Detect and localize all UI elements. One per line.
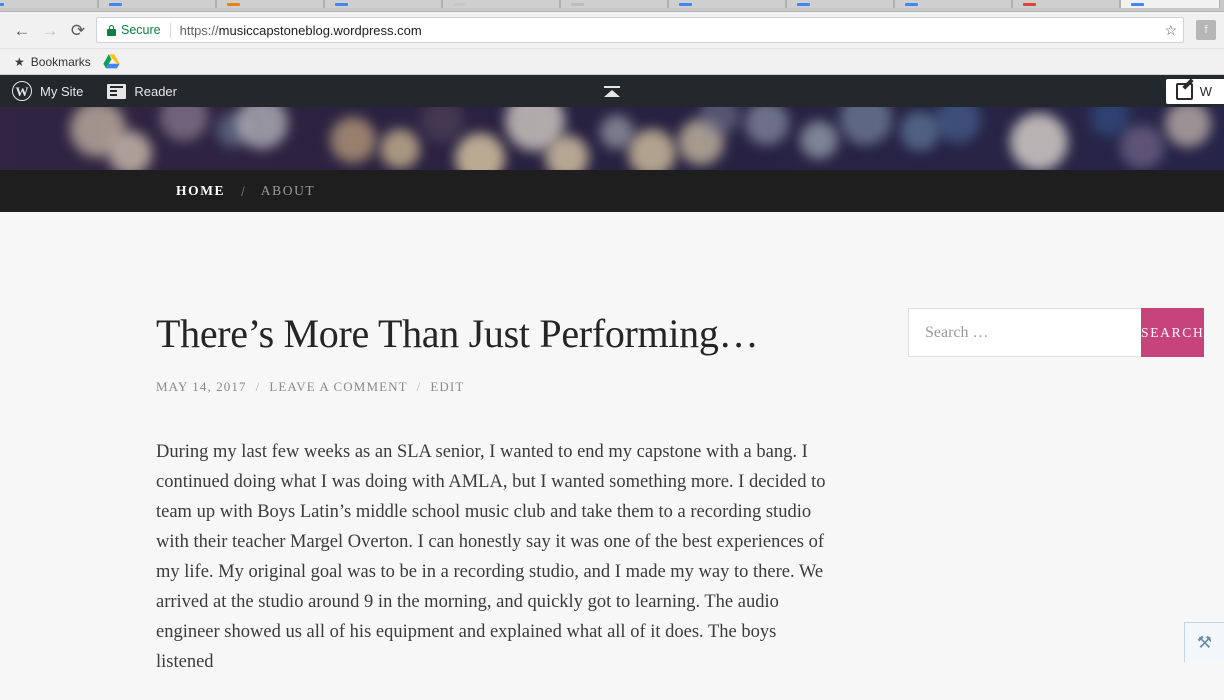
url-host: musiccapstoneblog.wordpress.com (219, 23, 422, 38)
wordpress-logo-icon: W (12, 81, 32, 101)
bookmark-google-drive[interactable] (97, 54, 126, 69)
sidebar: Search (908, 212, 1192, 677)
bookmark-star-icon[interactable]: ☆ (1156, 22, 1177, 39)
post-meta: May 14, 2017 / Leave a comment / Edit (156, 379, 830, 395)
nav-item-home[interactable]: Home (176, 183, 225, 199)
url-text: https://musiccapstoneblog.wordpress.com (180, 23, 422, 38)
search-form: Search (908, 308, 1192, 357)
browser-tab[interactable] (216, 0, 324, 8)
google-drive-icon (103, 54, 120, 69)
omnibox-divider (170, 23, 171, 38)
bookmarks-bar: ★ Bookmarks (0, 49, 1224, 75)
nav-separator: / (225, 184, 261, 199)
admin-bar-reader[interactable]: Reader (95, 75, 189, 107)
tab-favicon (797, 3, 810, 6)
tab-favicon (335, 3, 348, 6)
my-site-label: My Site (40, 84, 83, 99)
tab-favicon (1023, 3, 1036, 6)
tab-favicon (453, 3, 466, 6)
post-body-text: During my last few weeks as an SLA senio… (156, 437, 830, 677)
star-icon: ★ (14, 55, 25, 69)
browser-tab-active[interactable] (1120, 0, 1220, 8)
post-comments-link[interactable]: Leave a comment (269, 379, 407, 395)
tab-favicon (571, 3, 584, 6)
bookmarks-label: Bookmarks (31, 55, 91, 69)
tab-favicon (1131, 3, 1144, 6)
meta-separator: / (417, 379, 422, 395)
browser-tab-strip[interactable] (0, 0, 1224, 12)
browser-tab[interactable] (1012, 0, 1120, 8)
extension-icon[interactable]: f (1196, 20, 1216, 40)
post-article: There’s More Than Just Performing… May 1… (156, 212, 830, 677)
address-bar[interactable]: Secure https://musiccapstoneblog.wordpre… (96, 17, 1184, 43)
browser-tab[interactable] (98, 0, 216, 8)
browser-toolbar: ← → ⟳ Secure https://musiccapstoneblog.w… (0, 12, 1224, 49)
browser-tab[interactable] (560, 0, 668, 8)
back-arrow-icon[interactable]: ← (8, 16, 36, 44)
browser-tab[interactable] (442, 0, 560, 8)
reader-label: Reader (134, 84, 177, 99)
tab-favicon (905, 3, 918, 6)
post-date: May 14, 2017 (156, 379, 247, 395)
browser-tab[interactable] (786, 0, 894, 8)
search-input[interactable] (908, 308, 1141, 357)
site-navigation: Home / About (0, 170, 1224, 212)
browser-tab[interactable] (668, 0, 786, 8)
wordpress-admin-bar: W My Site Reader W (0, 75, 1224, 107)
pencil-icon (1176, 83, 1193, 100)
write-label: W (1200, 84, 1212, 99)
reload-icon[interactable]: ⟳ (64, 16, 92, 44)
forward-arrow-icon: → (36, 16, 64, 44)
page-content: There’s More Than Just Performing… May 1… (0, 212, 1224, 662)
browser-tab[interactable] (324, 0, 442, 8)
write-post-button[interactable]: W (1166, 79, 1224, 104)
tab-favicon (0, 3, 4, 6)
bookmarks-folder[interactable]: ★ Bookmarks (8, 55, 97, 69)
browser-tab[interactable] (0, 0, 98, 8)
reader-icon (107, 84, 126, 99)
tab-favicon (109, 3, 122, 6)
url-scheme: https:// (180, 23, 219, 38)
post-title: There’s More Than Just Performing… (156, 308, 830, 359)
browser-tab[interactable] (894, 0, 1012, 8)
collapse-bar-icon[interactable] (604, 86, 620, 97)
post-edit-link[interactable]: Edit (430, 379, 464, 395)
browser-chrome: ← → ⟳ Secure https://musiccapstoneblog.w… (0, 0, 1224, 75)
tab-favicon (227, 3, 240, 6)
security-status-label: Secure (121, 23, 161, 37)
admin-bar-my-site[interactable]: W My Site (0, 75, 95, 107)
nav-item-about[interactable]: About (261, 183, 316, 199)
meta-separator: / (256, 379, 261, 395)
tab-favicon (679, 3, 692, 6)
tools-icon[interactable]: ⚒ (1184, 622, 1224, 662)
site-header-banner (0, 107, 1224, 170)
lock-icon (107, 25, 116, 36)
search-button[interactable]: Search (1141, 308, 1204, 357)
